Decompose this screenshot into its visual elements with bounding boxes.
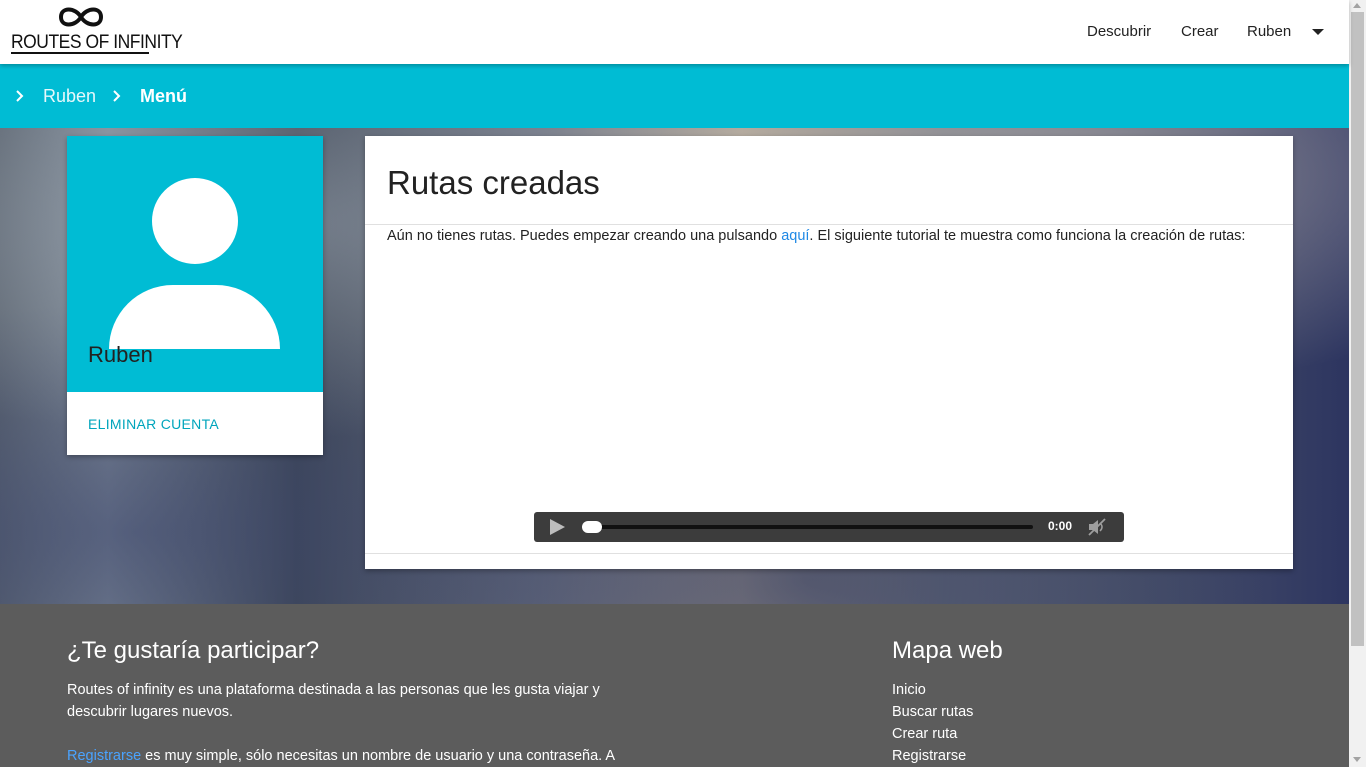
seek-bar[interactable] — [584, 525, 1033, 529]
mute-icon[interactable] — [1087, 518, 1107, 536]
nav-create[interactable]: Crear — [1181, 23, 1219, 40]
delete-account-button[interactable]: ELIMINAR CUENTA — [88, 416, 219, 432]
infinity-logo-icon — [58, 7, 104, 27]
avatar-icon — [152, 178, 238, 264]
scroll-up-arrow-icon[interactable] — [1353, 3, 1361, 8]
profile-card: Ruben ELIMINAR CUENTA — [67, 136, 323, 455]
breadcrumb-item-menu: Menú — [140, 86, 187, 106]
register-info-text: es muy simple, sólo necesitas un nombre … — [141, 748, 616, 764]
scroll-down-arrow-icon[interactable] — [1353, 757, 1361, 762]
chevron-right-icon — [16, 90, 24, 102]
message-text: Aún no tienes rutas. Puedes empezar crea… — [387, 228, 782, 244]
nav-user-menu[interactable]: Ruben — [1247, 23, 1291, 40]
site-logo[interactable]: ROUTES OF INFINITY — [11, 4, 183, 56]
nav-discover[interactable]: Descubrir — [1087, 23, 1151, 40]
divider — [365, 553, 1293, 554]
footer: ¿Te gustaría participar? Routes of infin… — [0, 604, 1349, 767]
tutorial-audio-player: 0:00 — [534, 512, 1124, 542]
avatar-body — [109, 285, 280, 349]
participate-description: Routes of infinity es una plataforma des… — [67, 682, 600, 720]
sitemap-link-create-route[interactable]: Crear ruta — [892, 726, 957, 742]
chevron-right-icon — [113, 90, 121, 102]
scrollbar[interactable] — [1349, 0, 1366, 767]
sitemap-link-search-routes[interactable]: Buscar rutas — [892, 704, 973, 720]
time-display: 0:00 — [1048, 519, 1073, 533]
register-link[interactable]: Registrarse — [67, 748, 141, 764]
caret-down-icon[interactable] — [1312, 29, 1324, 35]
play-icon[interactable] — [550, 519, 565, 535]
sitemap-link-register[interactable]: Registrarse — [892, 748, 966, 764]
created-routes-card: Rutas creadas Aún no tienes rutas. Puede… — [365, 136, 1293, 569]
divider — [365, 224, 1293, 225]
seek-handle[interactable] — [582, 521, 602, 533]
sitemap-title: Mapa web — [892, 637, 1003, 664]
page-title: Rutas creadas — [387, 164, 600, 201]
no-routes-message: Aún no tienes rutas. Puedes empezar crea… — [387, 228, 1245, 244]
message-text-continued: . El siguiente tutorial te muestra como … — [809, 228, 1246, 244]
profile-header: Ruben — [67, 136, 323, 392]
breadcrumb-bar — [0, 64, 1349, 128]
top-navbar: ROUTES OF INFINITY Descubrir Crear Ruben — [0, 0, 1349, 64]
breadcrumb-item-user[interactable]: Ruben — [43, 86, 96, 107]
logo-underline — [11, 52, 149, 54]
register-info: Registrarse es muy simple, sólo necesita… — [67, 745, 687, 767]
profile-name: Ruben — [88, 342, 153, 367]
create-route-link[interactable]: aquí — [781, 228, 809, 244]
scroll-thumb[interactable] — [1351, 12, 1364, 646]
sitemap-link-home[interactable]: Inicio — [892, 682, 926, 698]
participate-title: ¿Te gustaría participar? — [67, 637, 320, 664]
logo-text: ROUTES OF INFINITY — [11, 32, 183, 53]
